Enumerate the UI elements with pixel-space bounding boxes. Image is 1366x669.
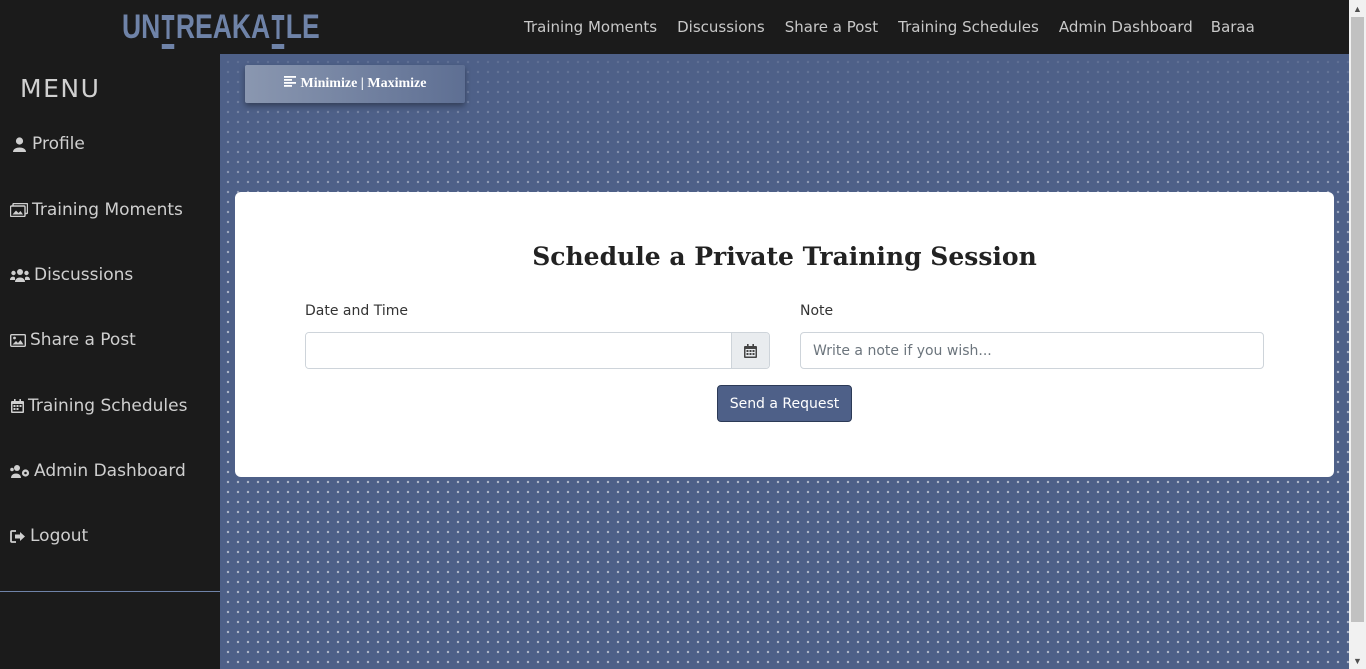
logo-text-middle: REAKA: [175, 7, 271, 46]
date-time-label: Date and Time: [305, 303, 408, 319]
user-icon: [10, 136, 28, 152]
note-label: Note: [800, 303, 834, 319]
sidebar-item-share-a-post[interactable]: Share a Post: [10, 330, 136, 350]
logo-text-end: LE: [285, 7, 320, 46]
minimize-maximize-button[interactable]: Minimize | Maximize: [245, 65, 465, 103]
sidebar-item-label: Logout: [30, 526, 89, 546]
topnav-discussions[interactable]: Discussions: [667, 18, 775, 36]
brand-logo[interactable]: UN REAKA LE: [122, 7, 320, 49]
image-icon: [10, 333, 26, 347]
top-nav: Training Moments Discussions Share a Pos…: [514, 0, 1265, 54]
form-title: Schedule a Private Training Session: [532, 242, 1037, 271]
app-page: UN REAKA LE Training Moments Discussions…: [0, 0, 1366, 669]
sidebar-item-label: Discussions: [34, 265, 134, 285]
sidebar-item-label: Training Schedules: [28, 396, 188, 416]
sidebar-item-admin-dashboard[interactable]: Admin Dashboard: [10, 461, 186, 481]
sidebar: MENU Profile Training Moments Discussion…: [0, 54, 220, 669]
main-content: Minimize | Maximize Schedule a Private T…: [220, 54, 1349, 669]
sidebar-divider: [0, 591, 220, 592]
users-icon: [10, 268, 30, 282]
send-request-button[interactable]: Send a Request: [717, 385, 852, 422]
topnav-user[interactable]: Baraa: [1201, 18, 1265, 36]
schedule-form-card: Schedule a Private Training Session Date…: [235, 192, 1334, 477]
users-cog-icon: [10, 464, 30, 478]
calendar-icon[interactable]: [731, 333, 769, 368]
topnav-admin-dashboard[interactable]: Admin Dashboard: [1049, 18, 1203, 36]
sidebar-item-label: Profile: [32, 134, 85, 154]
sidebar-item-label: Admin Dashboard: [34, 461, 186, 481]
scrollbar-thumb[interactable]: [1351, 17, 1364, 622]
sign-out-icon: [10, 529, 26, 543]
align-left-icon: [283, 76, 296, 92]
topnav-share-a-post[interactable]: Share a Post: [775, 18, 888, 36]
topnav-training-moments[interactable]: Training Moments: [514, 18, 667, 36]
sidebar-item-profile[interactable]: Profile: [10, 134, 85, 154]
dumbbell-icon: [271, 12, 285, 49]
sidebar-item-training-moments[interactable]: Training Moments: [10, 200, 183, 220]
calendar-icon: [10, 399, 24, 413]
scroll-down-icon[interactable]: ▼: [1349, 652, 1366, 669]
sidebar-title: MENU: [20, 74, 101, 103]
note-field[interactable]: [800, 332, 1264, 369]
sidebar-item-logout[interactable]: Logout: [10, 526, 88, 546]
scroll-up-icon[interactable]: ▲: [1349, 0, 1366, 17]
images-icon: [10, 203, 28, 217]
date-time-picker: [305, 332, 770, 369]
sidebar-item-label: Share a Post: [30, 330, 136, 350]
topnav-training-schedules[interactable]: Training Schedules: [888, 18, 1049, 36]
dumbbell-icon: [161, 12, 175, 49]
logo-text-start: UN: [122, 7, 161, 46]
minimize-maximize-label: Minimize | Maximize: [300, 76, 427, 91]
sidebar-item-training-schedules[interactable]: Training Schedules: [10, 396, 187, 416]
sidebar-item-label: Training Moments: [32, 200, 183, 220]
page-scrollbar[interactable]: ▲ ▼: [1349, 0, 1366, 669]
sidebar-item-discussions[interactable]: Discussions: [10, 265, 133, 285]
date-time-field[interactable]: [306, 333, 731, 368]
top-navbar: UN REAKA LE Training Moments Discussions…: [0, 0, 1349, 54]
